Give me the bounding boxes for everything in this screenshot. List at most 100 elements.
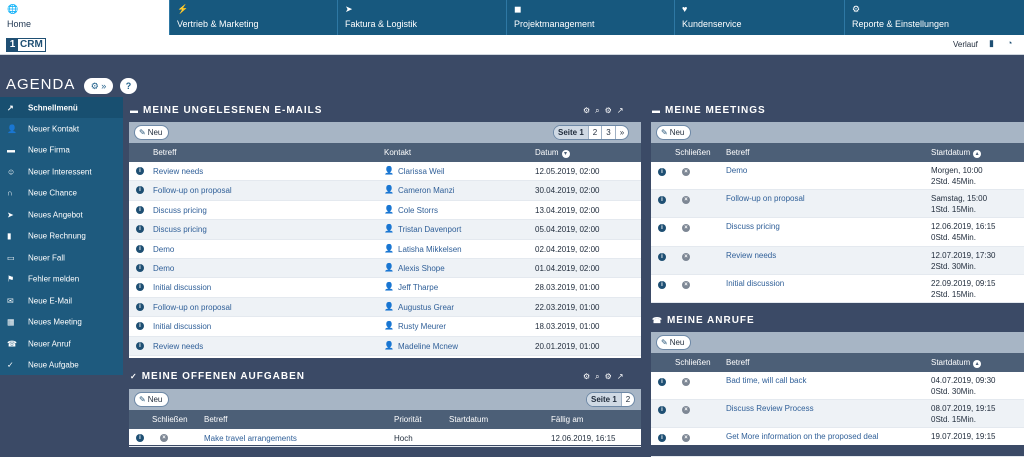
info-icon[interactable]: i xyxy=(136,322,144,331)
column-start[interactable]: Startdatum xyxy=(449,415,488,424)
external-link-icon[interactable]: ↗ xyxy=(617,106,624,115)
close-item-icon[interactable]: × xyxy=(682,406,690,415)
column-subject[interactable]: Betreff xyxy=(153,148,176,157)
email-subject-link[interactable]: Discuss pricing xyxy=(153,225,207,234)
email-subject-link[interactable]: Follow-up on proposal xyxy=(153,186,232,195)
search-icon[interactable]: ⌕ xyxy=(595,372,599,381)
contact-link[interactable]: Alexis Shope xyxy=(398,264,445,273)
column-due[interactable]: Fällig am xyxy=(551,415,583,424)
meetings-subject-link[interactable]: Follow-up on proposal xyxy=(726,194,805,203)
column-priority[interactable]: Priorität xyxy=(394,415,422,424)
close-item-icon[interactable]: × xyxy=(682,434,690,443)
external-link-icon[interactable]: ↗ xyxy=(617,372,624,381)
quick-new-case[interactable]: ▭ Neuer Fall xyxy=(0,247,123,269)
info-icon[interactable]: i xyxy=(136,283,144,292)
page-2-button[interactable]: 2 xyxy=(620,393,634,406)
info-icon[interactable]: i xyxy=(658,168,666,176)
nav-tab-home[interactable]: 🌐 Home xyxy=(0,0,170,35)
email-subject-link[interactable]: Discuss pricing xyxy=(153,206,207,215)
quick-new-call[interactable]: ☎ Neuer Anruf xyxy=(0,333,123,355)
clock-icon[interactable]: ◔ xyxy=(1007,38,1012,48)
close-item-icon[interactable]: × xyxy=(682,378,690,386)
info-icon[interactable]: i xyxy=(136,244,144,253)
settings-icon[interactable]: ⚙ xyxy=(605,372,612,381)
tasks-new-button[interactable]: ✎ Neu xyxy=(134,392,170,407)
task-subject-link[interactable]: Make travel arrangements xyxy=(204,434,297,443)
page-1-button[interactable]: Seite 1 xyxy=(554,126,588,139)
meetings-subject-link[interactable]: Discuss pricing xyxy=(726,222,780,231)
info-icon[interactable]: i xyxy=(136,263,144,272)
nav-tab-project-management[interactable]: ◼ Projektmanagement xyxy=(507,0,675,35)
close-item-icon[interactable]: × xyxy=(682,168,690,176)
meetings-subject-link[interactable]: Review needs xyxy=(726,251,776,260)
quick-new-invoice[interactable]: ▮ Neue Rechnung xyxy=(0,226,123,248)
close-item-icon[interactable]: × xyxy=(682,280,690,289)
info-icon[interactable]: i xyxy=(658,252,666,261)
column-subject[interactable]: Betreff xyxy=(726,148,749,157)
calls-subject-link[interactable]: Bad time, will call back xyxy=(726,376,806,385)
calls-new-button[interactable]: ✎ Neu xyxy=(656,335,692,350)
calls-subject-link[interactable]: Discuss Review Process xyxy=(726,404,814,413)
column-date[interactable]: Datum ▾ xyxy=(535,148,570,158)
email-subject-link[interactable]: Follow-up on proposal xyxy=(153,303,232,312)
info-icon[interactable]: i xyxy=(658,196,666,205)
info-icon[interactable]: i xyxy=(136,434,144,442)
close-item-icon[interactable]: × xyxy=(682,196,690,205)
info-icon[interactable]: i xyxy=(136,186,144,195)
nav-tab-customer-service[interactable]: ♥ Kundenservice xyxy=(675,0,845,35)
contact-link[interactable]: Cole Storrs xyxy=(398,206,438,215)
column-start[interactable]: Startdatum ▴ xyxy=(931,148,982,158)
column-subject[interactable]: Betreff xyxy=(726,358,749,367)
gear-icon[interactable]: ⚙ xyxy=(583,372,590,381)
info-icon[interactable]: i xyxy=(658,434,666,443)
contact-link[interactable]: Cameron Manzi xyxy=(398,186,454,195)
contact-link[interactable]: Jeff Tharpe xyxy=(398,283,438,292)
history-link[interactable]: Verlauf xyxy=(953,40,978,49)
info-icon[interactable]: i xyxy=(136,225,144,234)
info-icon[interactable]: i xyxy=(136,205,144,214)
book-icon[interactable]: ▮ xyxy=(989,38,994,49)
calls-subject-link[interactable]: Get More information on the proposed dea… xyxy=(726,432,879,441)
info-icon[interactable]: i xyxy=(136,167,144,175)
contact-link[interactable]: Clarissa Weil xyxy=(398,167,445,176)
contact-link[interactable]: Madeline Mcnew xyxy=(398,342,458,351)
nav-tab-billing-logistics[interactable]: ➤ Faktura & Logistik xyxy=(338,0,507,35)
meetings-subject-link[interactable]: Demo xyxy=(726,166,747,175)
column-contact[interactable]: Kontakt xyxy=(384,148,411,157)
page-1-button[interactable]: Seite 1 xyxy=(587,393,621,406)
dashboard-settings-button[interactable]: ⚙ » xyxy=(84,78,113,94)
emails-new-button[interactable]: ✎ Neu xyxy=(134,125,170,140)
contact-link[interactable]: Augustus Grear xyxy=(398,303,454,312)
quick-new-task[interactable]: ✓ Neue Aufgabe xyxy=(0,355,123,377)
next-page-button[interactable]: » xyxy=(614,126,628,139)
quick-new-lead[interactable]: ☺ Neuer Interessent xyxy=(0,161,123,183)
gear-icon[interactable]: ⚙ xyxy=(583,106,590,115)
contact-link[interactable]: Latisha Mikkelsen xyxy=(398,245,462,254)
quick-new-company[interactable]: ▬ Neue Firma xyxy=(0,140,123,162)
close-item-icon[interactable]: × xyxy=(682,224,690,233)
info-icon[interactable]: i xyxy=(658,406,666,415)
page-3-button[interactable]: 3 xyxy=(601,126,614,139)
info-icon[interactable]: i xyxy=(136,341,144,350)
search-icon[interactable]: ⌕ xyxy=(595,106,599,115)
email-subject-link[interactable]: Demo xyxy=(153,245,174,254)
email-subject-link[interactable]: Initial discussion xyxy=(153,322,211,331)
quick-new-meeting[interactable]: ▦ Neues Meeting xyxy=(0,312,123,334)
info-icon[interactable]: i xyxy=(658,280,666,289)
close-task-icon[interactable]: × xyxy=(160,434,168,442)
contact-link[interactable]: Rusty Meurer xyxy=(398,322,446,331)
settings-icon[interactable]: ⚙ xyxy=(605,106,612,115)
info-icon[interactable]: i xyxy=(658,224,666,233)
meetings-subject-link[interactable]: Initial discussion xyxy=(726,279,784,288)
column-subject[interactable]: Betreff xyxy=(204,415,227,424)
info-icon[interactable]: i xyxy=(658,378,666,386)
quick-report-bug[interactable]: ⚑ Fehler melden xyxy=(0,269,123,291)
nav-tab-sales-marketing[interactable]: ⚡ Vertrieb & Marketing xyxy=(170,0,338,35)
quick-new-opportunity[interactable]: ∩ Neue Chance xyxy=(0,183,123,205)
quick-new-email[interactable]: ✉ Neue E-Mail xyxy=(0,290,123,312)
email-subject-link[interactable]: Demo xyxy=(153,264,174,273)
quick-new-contact[interactable]: 👤 Neuer Kontakt xyxy=(0,118,123,140)
email-subject-link[interactable]: Review needs xyxy=(153,342,203,351)
logo[interactable]: 1 CRM xyxy=(6,38,46,52)
email-subject-link[interactable]: Review needs xyxy=(153,167,203,176)
